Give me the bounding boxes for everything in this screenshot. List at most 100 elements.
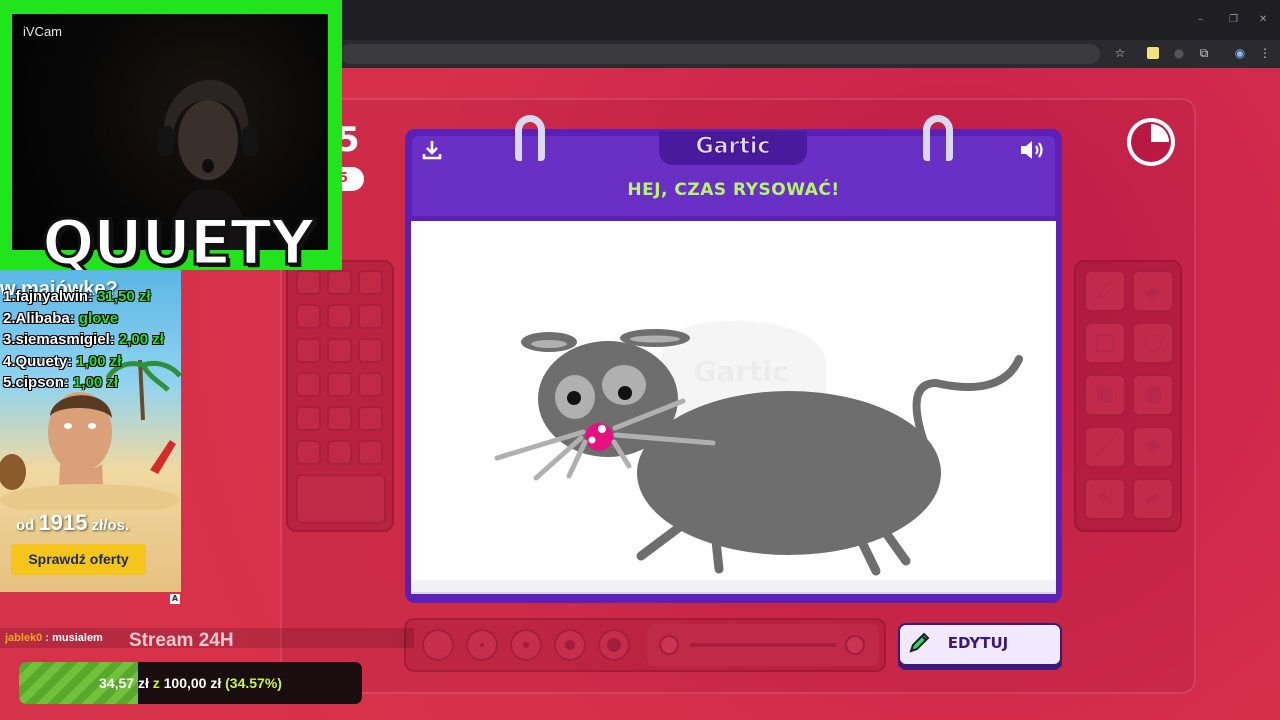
- rectangle-outline-icon[interactable]: [1084, 322, 1126, 364]
- line-icon[interactable]: [1084, 426, 1126, 468]
- palette-color-swatch[interactable]: [358, 338, 383, 363]
- mouse-leg: [711, 536, 724, 574]
- leaderboard-rank: 3.: [3, 331, 16, 348]
- redo-icon[interactable]: [1132, 478, 1174, 520]
- brush-size-5[interactable]: [598, 629, 630, 661]
- chat-text: musialem: [52, 632, 103, 644]
- circle-outline-icon[interactable]: [1132, 322, 1174, 364]
- palette-color-swatch[interactable]: [327, 372, 352, 397]
- slider-min-knob[interactable]: [659, 635, 679, 655]
- chat-separator: :: [42, 632, 53, 644]
- leaderboard-name: Alibaba:: [15, 309, 75, 327]
- palette-color-swatch[interactable]: [296, 338, 321, 363]
- ad-badge: A: [170, 594, 180, 604]
- leaderboard-name: Quuety:: [15, 352, 73, 370]
- maximize-button[interactable]: ❐: [1229, 14, 1238, 25]
- webcam-label: iVCam: [23, 24, 63, 39]
- star-icon[interactable]: ☆: [1113, 46, 1127, 60]
- leaderboard-amount: glove: [78, 309, 119, 327]
- palette-color-swatch[interactable]: [327, 304, 352, 329]
- leaderboard-amount: 2,00 zł: [118, 331, 164, 348]
- donation-leaderboard: 1.fajnyalwin: 31,50 zł 2.Alibaba: glove …: [3, 288, 193, 396]
- ad-cta-button[interactable]: Sprawdź oferty: [11, 544, 146, 575]
- leaderboard-amount: 1,00 zł: [73, 374, 119, 391]
- mouse-leg: [636, 521, 686, 561]
- palette-color-swatch[interactable]: [327, 338, 352, 363]
- profile-icon[interactable]: ◉: [1233, 46, 1247, 60]
- ad-price-suffix: zł/os.: [91, 517, 130, 534]
- menu-icon[interactable]: ⋮: [1258, 46, 1272, 60]
- close-window-button[interactable]: ✕: [1259, 14, 1267, 25]
- leaderboard-row: 2.Alibaba: glove: [3, 310, 193, 332]
- drawing: Gartic: [494, 321, 1023, 576]
- palette-color-swatch[interactable]: [327, 270, 352, 295]
- watermark-text: Gartic: [693, 355, 788, 388]
- goal-connector: z: [152, 675, 160, 691]
- address-bar[interactable]: [340, 44, 1100, 64]
- leaderboard-row: 5.cipson: 1,00 zł: [3, 374, 193, 396]
- leaderboard-amount: 1,00 zł: [76, 352, 122, 370]
- mouse-tail: [912, 355, 1023, 443]
- tool-panel: [1074, 260, 1182, 532]
- brush-size-2[interactable]: [466, 629, 498, 661]
- gartic-logo: Gartic: [695, 134, 771, 160]
- leaderboard-row: 4.Quuety: 1,00 zł: [3, 353, 193, 375]
- leaderboard-amount: 31,50 zł: [97, 288, 151, 305]
- palette-color-swatch[interactable]: [296, 406, 321, 431]
- pencil-icon[interactable]: [1084, 270, 1126, 312]
- slider-track: [690, 643, 836, 647]
- binder-ring: [923, 115, 953, 161]
- chat-message: jablek0 : musialem: [5, 632, 103, 644]
- circle-filled-icon[interactable]: [1132, 374, 1174, 416]
- donation-goal-bar: 34,57 zł z 100,00 zł (34.57%): [19, 662, 362, 704]
- minimize-button[interactable]: –: [1198, 14, 1203, 25]
- extension-icon[interactable]: ●: [1172, 46, 1186, 60]
- leaderboard-name: fajnyalwin:: [15, 288, 94, 305]
- speaker-icon[interactable]: [1018, 138, 1048, 162]
- goal-target: 100,00 zł: [163, 675, 222, 691]
- brush-size-3[interactable]: [510, 629, 542, 661]
- ad-price-value: 1915: [38, 510, 88, 535]
- ad-price-prefix: od: [16, 517, 35, 534]
- mouse-leg: [881, 528, 911, 566]
- leaderboard-rank: 2.: [3, 309, 16, 327]
- palette-color-swatch[interactable]: [358, 304, 383, 329]
- color-palette: [286, 260, 394, 532]
- leaderboard-name: cipson:: [15, 374, 69, 391]
- palette-color-swatch[interactable]: [327, 440, 352, 465]
- ad-price: od 1915 zł/os.: [16, 510, 129, 536]
- palette-color-swatch[interactable]: [296, 304, 321, 329]
- palette-color-swatch[interactable]: [327, 406, 352, 431]
- chat-username: jablek0: [5, 632, 43, 644]
- edit-button-label: EDYTUJ: [947, 634, 1009, 652]
- eraser-icon[interactable]: [1132, 270, 1174, 312]
- palette-color-swatch[interactable]: [358, 372, 383, 397]
- fill-bucket-icon[interactable]: [1132, 426, 1174, 468]
- extension-icon[interactable]: [1147, 47, 1159, 59]
- palette-selected-color[interactable]: [296, 474, 386, 524]
- webcam-overlay: iVCam QUUETY: [0, 0, 342, 281]
- brush-size-4[interactable]: [554, 629, 586, 661]
- streamer-name: QUUETY: [41, 205, 317, 281]
- leaderboard-rank: 1.: [3, 288, 16, 305]
- palette-color-swatch[interactable]: [358, 270, 383, 295]
- leaderboard-rank: 4.: [3, 352, 16, 370]
- stream-title: Stream 24H: [129, 630, 234, 651]
- binder-ring: [515, 115, 545, 161]
- goal-percent: (34.57%): [225, 675, 282, 691]
- palette-color-swatch[interactable]: [296, 440, 321, 465]
- drawing-canvas[interactable]: Gartic: [411, 221, 1056, 591]
- puzzle-icon[interactable]: ⧉: [1197, 46, 1211, 60]
- palette-color-swatch[interactable]: [296, 372, 321, 397]
- brush-size-1[interactable]: [422, 629, 454, 661]
- leaderboard-row: 1.fajnyalwin: 31,50 zł: [3, 288, 193, 310]
- download-icon[interactable]: [420, 138, 444, 162]
- rectangle-filled-icon[interactable]: [1084, 374, 1126, 416]
- palette-color-swatch[interactable]: [358, 440, 383, 465]
- leaderboard-name: siemasmigiel:: [15, 331, 115, 348]
- slider-handle[interactable]: [845, 635, 865, 655]
- donation-goal-text: 34,57 zł z 100,00 zł (34.57%): [19, 662, 362, 704]
- palette-color-swatch[interactable]: [358, 406, 383, 431]
- undo-icon[interactable]: [1084, 478, 1126, 520]
- paper-edge: [411, 580, 1056, 594]
